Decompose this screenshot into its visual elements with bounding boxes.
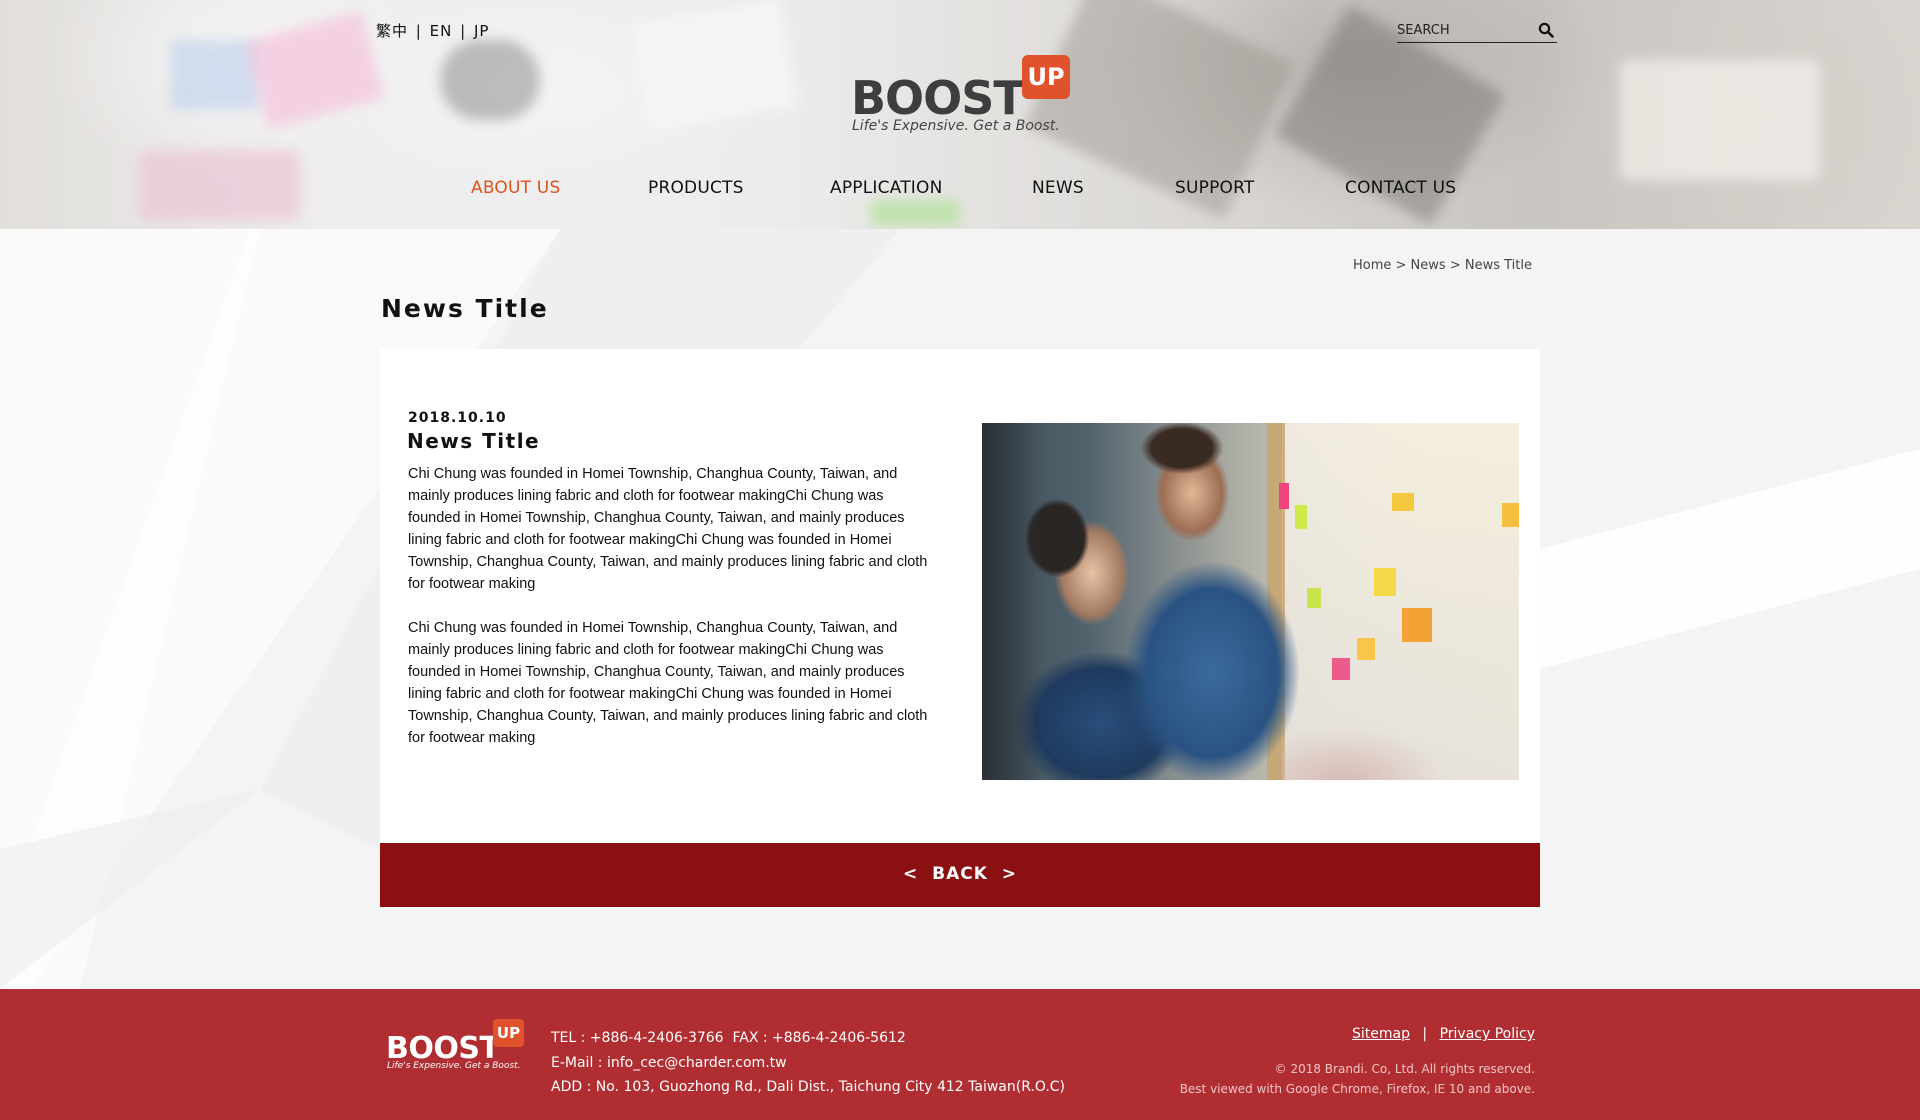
photo-person-foreground — [1282, 673, 1519, 780]
article-date: 2018.10.10 — [408, 410, 507, 426]
photo-person-man — [1127, 423, 1237, 483]
sticky-note — [1374, 568, 1396, 596]
breadcrumb: Home > News > News Title — [1353, 258, 1532, 273]
back-button-label: < BACK > — [903, 864, 1017, 884]
article-paragraph: Chi Chung was founded in Homei Township,… — [408, 466, 928, 592]
lang-zh[interactable]: 繁中 — [376, 22, 408, 40]
nav-contact-us[interactable]: CONTACT US — [1345, 178, 1456, 198]
language-switcher: 繁中 | EN | JP — [376, 20, 491, 41]
footer-email: E-Mail : info_cec@charder.com.tw — [551, 1054, 787, 1071]
footer-logo-badge: UP — [493, 1019, 524, 1047]
back-button[interactable]: < BACK > — [380, 843, 1540, 907]
lang-jp[interactable]: JP — [474, 22, 489, 40]
footer-logo-tagline: Life's Expensive. Get a Boost. — [387, 1061, 521, 1071]
lang-separator: | — [460, 22, 467, 40]
footer-links: Sitemap | Privacy Policy — [1352, 1026, 1535, 1042]
sticky-note — [1279, 483, 1289, 509]
lang-separator: | — [415, 22, 422, 40]
main-nav: ABOUT US PRODUCTS APPLICATION NEWS SUPPO… — [0, 178, 1920, 202]
photo-person-foreground — [982, 423, 1042, 780]
breadcrumb-news[interactable]: News — [1411, 258, 1446, 273]
footer-tel: TEL : +886-4-2406-3766 FAX : +886-4-2406… — [551, 1030, 906, 1046]
search-input[interactable] — [1397, 19, 1527, 42]
header-banner: 繁中 | EN | JP BOOST UP Life's Expensive. … — [0, 0, 1920, 229]
article-photo — [982, 423, 1519, 780]
article-paragraph: Chi Chung was founded in Homei Township,… — [408, 620, 928, 746]
footer-contact: TEL : +886-4-2406-3766 FAX : +886-4-2406… — [551, 1026, 1065, 1100]
copyright-text: © 2018 Brandi. Co, Ltd. All rights reser… — [1274, 1062, 1535, 1076]
nav-about-us[interactable]: ABOUT US — [471, 178, 560, 198]
privacy-policy-link[interactable]: Privacy Policy — [1440, 1026, 1535, 1042]
nav-application[interactable]: APPLICATION — [830, 178, 943, 198]
sticky-note — [1502, 503, 1519, 527]
footer-link-separator: | — [1422, 1026, 1428, 1042]
sticky-note — [1402, 608, 1432, 642]
logo-badge: UP — [1022, 55, 1070, 99]
search-icon[interactable] — [1538, 22, 1554, 38]
page-title: News Title — [381, 294, 549, 323]
breadcrumb-current: News Title — [1464, 258, 1532, 273]
nav-products[interactable]: PRODUCTS — [648, 178, 744, 198]
search-box — [1397, 19, 1557, 43]
sticky-note — [1392, 493, 1414, 511]
logo-tagline: Life's Expensive. Get a Boost. — [852, 118, 1060, 134]
breadcrumb-separator: > — [1395, 258, 1407, 273]
footer: BOOST UP Life's Expensive. Get a Boost. … — [0, 989, 1920, 1120]
article-title: News Title — [407, 429, 541, 453]
footer-address: ADD : No. 103, Guozhong Rd., Dali Dist.,… — [551, 1079, 1066, 1095]
brand-logo[interactable]: BOOST UP Life's Expensive. Get a Boost. — [850, 54, 1072, 136]
sticky-note — [1295, 505, 1307, 529]
nav-support[interactable]: SUPPORT — [1175, 178, 1254, 198]
sticky-note — [1357, 638, 1375, 660]
sitemap-link[interactable]: Sitemap — [1352, 1026, 1410, 1042]
nav-news[interactable]: NEWS — [1032, 178, 1084, 198]
article-body: Chi Chung was founded in Homei Township,… — [408, 463, 938, 771]
lang-en[interactable]: EN — [430, 22, 453, 40]
footer-copyright: © 2018 Brandi. Co, Ltd. All rights reser… — [1180, 1059, 1535, 1099]
article-card: 2018.10.10 News Title Chi Chung was foun… — [380, 349, 1540, 843]
breadcrumb-home[interactable]: Home — [1353, 258, 1391, 273]
footer-logo[interactable]: BOOST UP Life's Expensive. Get a Boost. — [386, 1019, 526, 1071]
logo-wordmark: BOOST — [851, 71, 1025, 125]
breadcrumb-separator: > — [1449, 258, 1461, 273]
browser-note: Best viewed with Google Chrome, Firefox,… — [1179, 1082, 1535, 1096]
